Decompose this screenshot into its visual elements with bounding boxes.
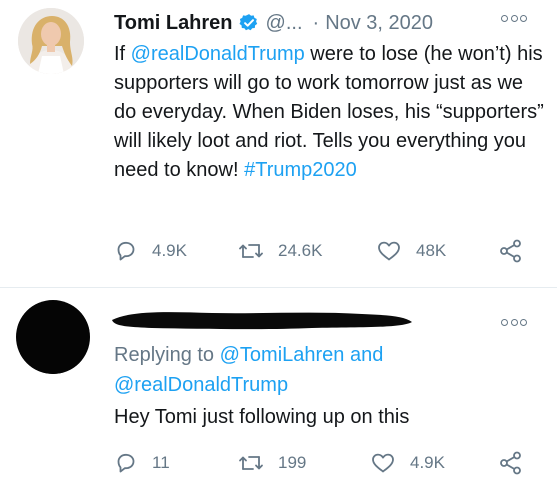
reply-button[interactable]: 4.9K [114,237,187,265]
tweet-actions: 4.9K 24.6K 48K [112,237,542,265]
author-handle[interactable]: @... [266,12,303,35]
hashtag-link[interactable]: #Trump2020 [244,159,357,181]
more-options-icon[interactable] [501,13,527,23]
heart-icon [378,241,400,261]
retweet-button[interactable]: 199 [238,449,306,477]
mention-link[interactable]: @realDonaldTrump [131,43,305,65]
author-name[interactable]: Tomi Lahren [114,12,233,35]
tweet-date[interactable]: Nov 3, 2020 [325,12,433,35]
retweet-icon [239,244,263,258]
redaction-blot [17,302,90,374]
reply-count: 11 [152,453,170,472]
tweet-original[interactable]: Tomi Lahren @... · Nov 3, 2020 If @realD… [0,0,557,288]
tweet-header: Tomi Lahren @... · Nov 3, 2020 [114,8,433,38]
like-button[interactable]: 48K [376,237,446,265]
retweet-count: 199 [278,453,307,472]
avatar[interactable] [18,8,84,74]
mention-link[interactable]: @TomiLahren [220,344,345,366]
separator-dot: · [312,11,320,34]
tweet-text: Hey Tomi just following up on this [114,406,410,428]
tweet-text: If @realDonaldTrump were to lose (he won… [114,40,544,185]
retweet-count: 24.6K [278,241,323,260]
replying-to-conjunction: and [344,344,384,366]
verified-badge-icon [239,13,259,33]
share-button[interactable] [498,449,524,477]
reply-icon [117,241,135,261]
like-count: 4.9K [410,453,445,472]
tweet-reply[interactable]: Replying to @TomiLahren and @realDonaldT… [0,288,557,490]
retweet-button[interactable]: 24.6K [238,237,322,265]
share-icon [500,239,521,263]
tweet-text-segment: If [114,43,131,65]
profile-photo [18,8,84,74]
avatar-redacted[interactable] [16,300,90,374]
replying-to-prefix: Replying to [114,344,220,366]
like-button[interactable]: 4.9K [370,449,445,477]
reply-icon [117,453,135,473]
tweet-actions: 11 199 4.9K [112,449,542,477]
redacted-name [112,308,412,332]
share-icon [500,451,521,475]
more-options-icon[interactable] [501,317,527,327]
like-count: 48K [416,241,447,260]
retweet-icon [239,456,263,470]
mention-link[interactable]: @realDonaldTrump [114,374,288,396]
share-button[interactable] [498,237,524,265]
reply-button[interactable]: 11 [114,449,170,477]
heart-icon [372,453,394,473]
replying-to-line: Replying to @TomiLahren and @realDonaldT… [114,340,544,400]
reply-count: 4.9K [152,241,187,260]
